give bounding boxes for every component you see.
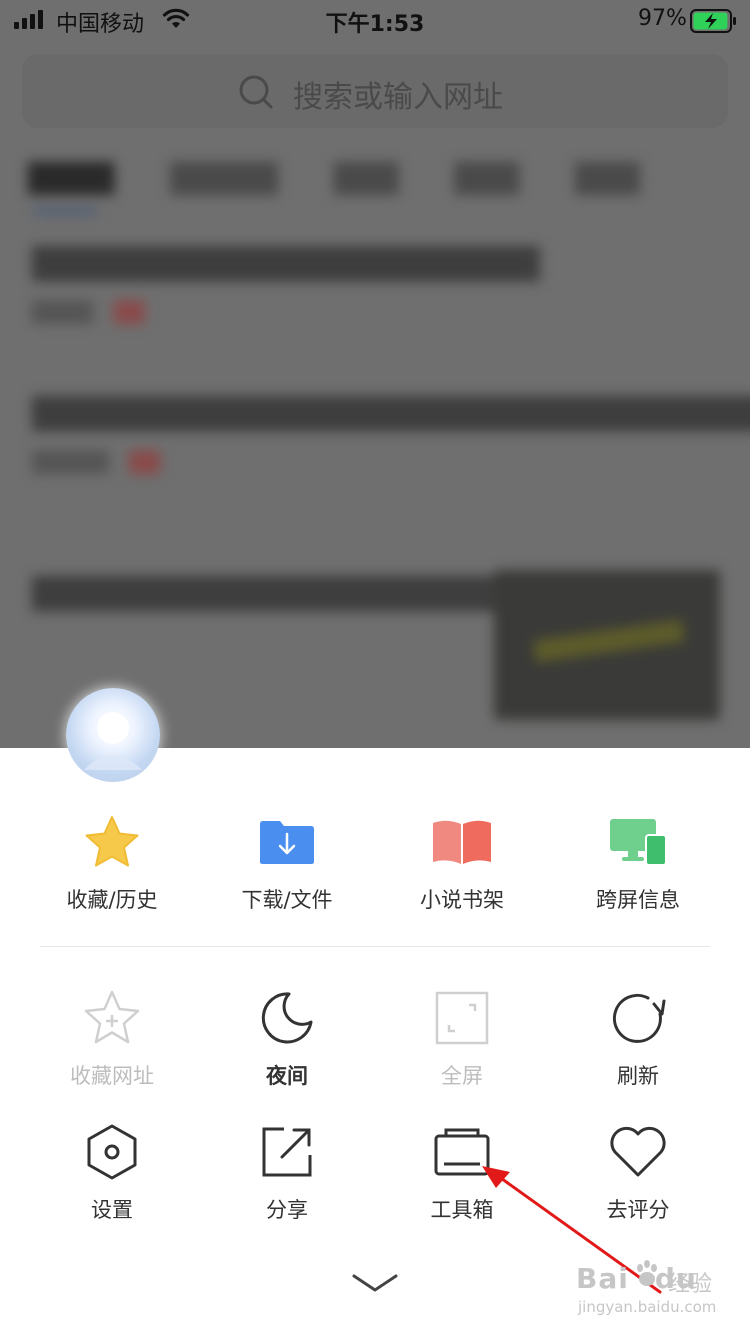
menu-divider (40, 946, 710, 947)
fullscreen-icon (435, 991, 489, 1045)
refresh-icon (612, 993, 666, 1043)
star-icon (85, 816, 139, 867)
background-browser-page: 搜索或输入网址 ████ █████ ███ ███ ███ █████████████… (0, 40, 750, 748)
novel-bookshelf-button[interactable]: 小说书架 (374, 812, 550, 914)
star-plus-icon (84, 990, 140, 1044)
multi-screen-icon (610, 819, 667, 866)
news-thumbnail (494, 570, 720, 720)
settings-button[interactable]: 设置 (24, 1122, 200, 1224)
status-bar: 中国移动 下午1:53 97% (0, 0, 750, 40)
baidu-paw-icon (637, 1260, 657, 1286)
downloads-files-button[interactable]: 下载/文件 (199, 812, 375, 914)
bookmark-url-button[interactable]: 收藏网址 (24, 988, 200, 1090)
baidu-jingyan-watermark: Bai du 经验 jingyan.baidu.com (576, 1252, 736, 1320)
watermark-url: jingyan.baidu.com (578, 1298, 717, 1316)
search-placeholder: 搜索或输入网址 (293, 80, 503, 115)
news-item: ███████████████████████████████████████ … (32, 397, 750, 474)
default-user-icon (84, 712, 142, 770)
watermark-product: 经验 (668, 1272, 713, 1297)
fullscreen-button[interactable]: 全屏 (374, 988, 550, 1090)
refresh-button[interactable]: 刷新 (550, 988, 726, 1090)
battery-percentage: 97% (638, 6, 687, 31)
news-tab-strip: ████ █████ ███ ███ ███ (28, 162, 640, 195)
collapse-chevron-down-icon[interactable] (350, 1272, 400, 1296)
news-item: ██████████████████████ ████ ██ (32, 247, 540, 324)
moon-icon (261, 992, 313, 1044)
address-search-bar: 搜索或输入网址 (22, 54, 728, 128)
news-item: ███████████████████████ (32, 577, 563, 612)
battery-charging-icon (690, 9, 736, 33)
search-icon (239, 75, 273, 109)
hexagon-settings-icon (87, 1124, 137, 1180)
share-button[interactable]: 分享 (199, 1122, 375, 1224)
download-folder-icon (260, 821, 314, 864)
cross-screen-info-button[interactable]: 跨屏信息 (550, 812, 726, 914)
user-avatar[interactable] (66, 688, 160, 782)
night-mode-button[interactable]: 夜间 (199, 988, 375, 1090)
open-book-icon (433, 820, 491, 864)
bookmarks-history-button[interactable]: 收藏/历史 (24, 812, 200, 914)
share-icon (262, 1127, 312, 1177)
